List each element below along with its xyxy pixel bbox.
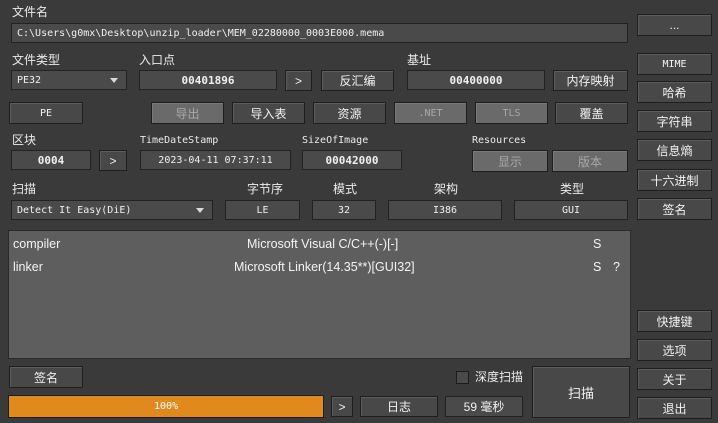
section-label: 区块 [12,133,37,147]
result-flag: S [593,260,602,274]
result-row[interactable]: compiler Microsoft Visual C/C++(-)[-] S [9,233,630,255]
mode-field: 32 [312,200,376,220]
filetype-label: 文件类型 [12,53,61,67]
signatures-button[interactable]: 签名 [637,198,712,220]
result-name: Microsoft Linker(14.35**)[GUI32] [234,260,415,274]
disassemble-button[interactable]: 反汇编 [321,70,394,91]
chevron-down-icon [110,78,118,83]
about-button[interactable]: 关于 [637,368,712,390]
scan-progress-bar: 100% [8,395,324,418]
result-name: Microsoft Visual C/C++(-)[-] [247,237,399,251]
deep-scan-checkbox[interactable] [456,371,469,384]
timestamp-field[interactable]: 2023-04-11 07:37:11 [140,150,291,170]
result-kind: compiler [13,237,61,251]
pe-button[interactable]: PE [9,102,83,124]
filename-field[interactable]: C:\Users\g0mx\Desktop\unzip_loader\MEM_0… [11,23,628,43]
resources-button[interactable]: 资源 [313,102,386,124]
tls-button[interactable]: TLS [475,102,548,124]
filetype-select[interactable]: PE32 [11,70,127,90]
more-button[interactable]: > [331,396,353,417]
log-button[interactable]: 日志 [360,396,438,417]
entropy-button[interactable]: 信息熵 [637,139,712,161]
entrypoint-go-button[interactable]: > [285,70,312,91]
resources-show-button[interactable]: 显示 [472,150,548,172]
scan-results-panel[interactable]: compiler Microsoft Visual C/C++(-)[-] S … [8,230,631,359]
browse-button[interactable]: ... [637,14,712,36]
endianness-label: 字节序 [247,182,284,196]
section-go-button[interactable]: > [99,150,127,171]
section-count-field[interactable]: 0004 [11,150,91,170]
type-field: GUI [514,200,628,220]
memory-map-button[interactable]: 内存映射 [553,70,628,91]
arch-field: I386 [388,200,502,220]
exit-button[interactable]: 退出 [637,397,712,419]
resources-version-button[interactable]: 版本 [552,150,628,172]
mode-label: 模式 [333,182,358,196]
sizeofimage-field[interactable]: 00042000 [302,150,402,170]
arch-label: 架构 [434,182,459,196]
type-label: 类型 [560,182,585,196]
sizeofimage-label: SizeOfImage [302,135,369,146]
export-button[interactable]: 导出 [151,102,224,124]
elapsed-time-field: 59 毫秒 [445,396,523,417]
result-extra[interactable]: ? [613,260,620,274]
options-button[interactable]: 选项 [637,339,712,361]
shortcuts-button[interactable]: 快捷键 [637,310,712,332]
scan-engine-value: Detect It Easy(DiE) [17,204,132,216]
signature-button[interactable]: 签名 [9,366,83,388]
entrypoint-label: 入口点 [139,53,176,67]
progress-text: 100% [153,401,179,412]
hex-button[interactable]: 十六进制 [637,169,712,191]
imagebase-field[interactable]: 00400000 [407,70,545,90]
entrypoint-field[interactable]: 00401896 [139,70,277,90]
result-kind: linker [13,260,43,274]
import-button[interactable]: 导入表 [232,102,305,124]
strings-button[interactable]: 字符串 [637,110,712,132]
result-flag: S [593,237,602,251]
endianness-field: LE [225,200,300,220]
mime-button[interactable]: MIME [637,53,712,75]
result-row[interactable]: linker Microsoft Linker(14.35**)[GUI32] … [9,256,630,278]
scan-button[interactable]: 扫描 [532,366,630,418]
dotnet-button[interactable]: .NET [394,102,467,124]
timestamp-label: TimeDateStamp [140,135,219,146]
overlay-button[interactable]: 覆盖 [555,102,628,124]
hash-button[interactable]: 哈希 [637,81,712,103]
chevron-down-icon [196,208,204,213]
imagebase-label: 基址 [407,53,432,67]
filename-label: 文件名 [12,5,49,19]
scan-label: 扫描 [12,182,37,196]
scan-engine-select[interactable]: Detect It Easy(DiE) [11,200,213,220]
deep-scan-label: 深度扫描 [475,370,524,384]
filetype-value: PE32 [17,74,42,86]
resources-label: Resources [472,135,527,146]
